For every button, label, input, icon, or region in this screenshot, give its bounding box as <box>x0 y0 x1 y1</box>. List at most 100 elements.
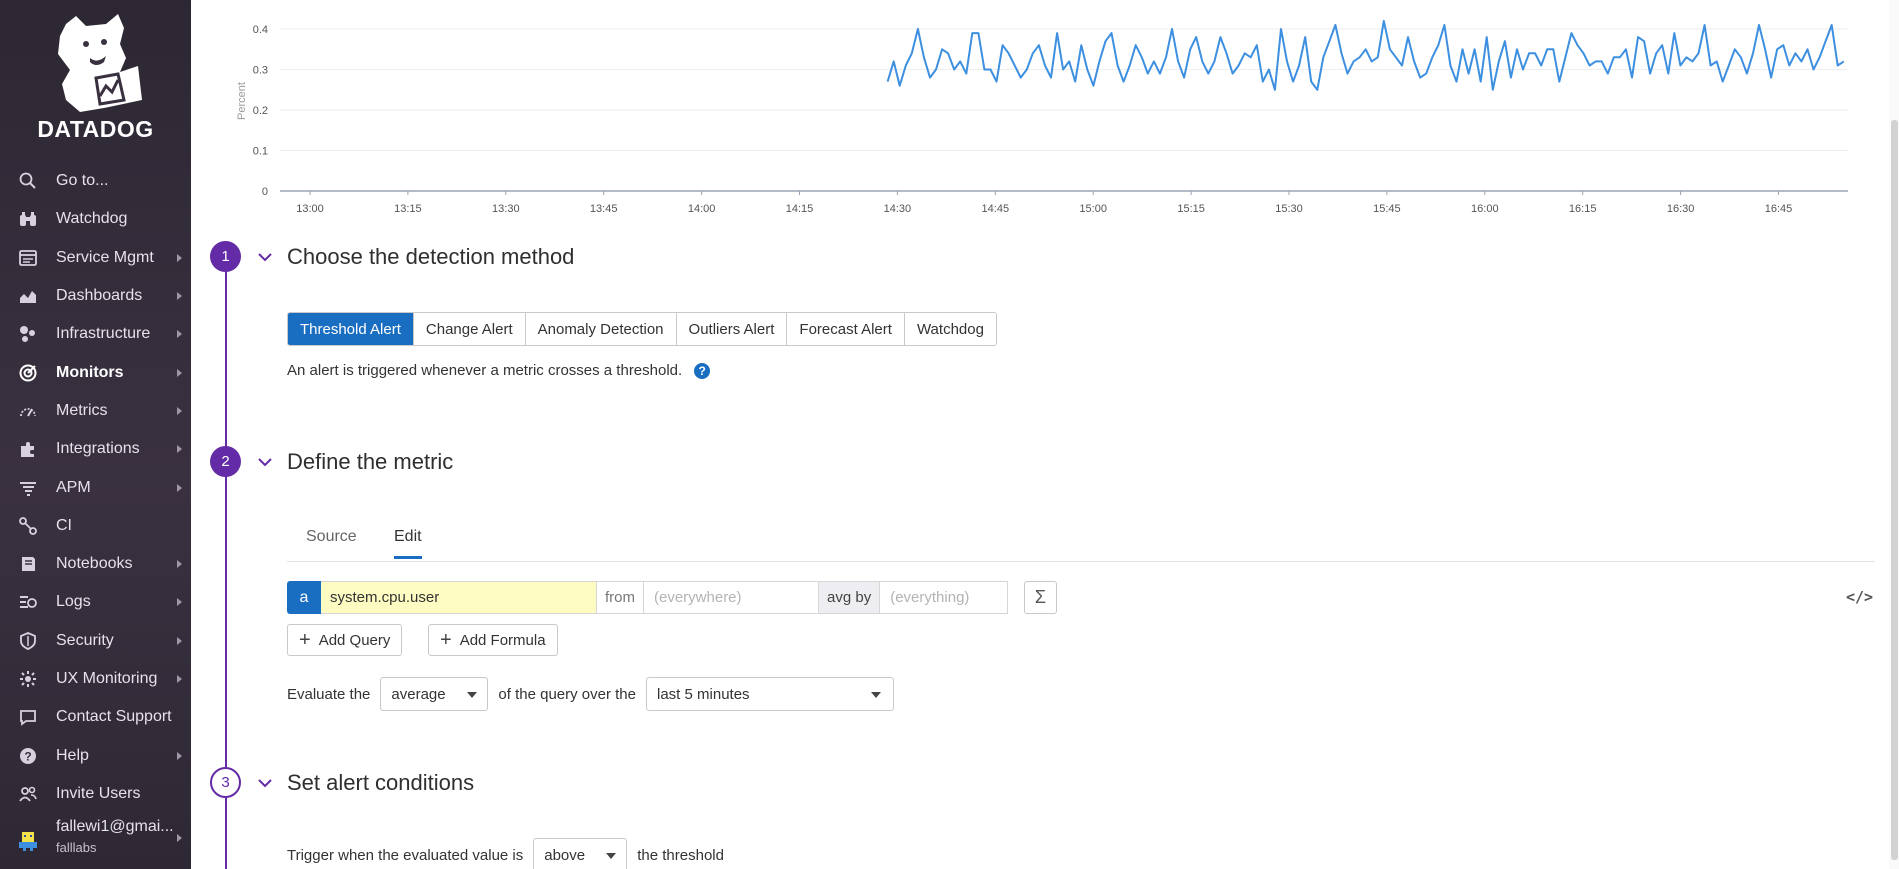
sidebar-item-contact-support[interactable]: Contact Support <box>0 698 191 736</box>
chevron-right-icon <box>177 406 182 415</box>
ci-icon <box>18 516 38 536</box>
chevron-right-icon <box>177 560 182 569</box>
help-icon: ? <box>18 746 38 766</box>
x-tick-label: 15:15 <box>1177 203 1205 215</box>
datadog-dog-icon <box>58 14 142 112</box>
threshold-alert-button[interactable]: Threshold Alert <box>288 313 414 345</box>
code-icon[interactable]: </> <box>1846 588 1873 606</box>
user-org: falllabs <box>56 840 97 855</box>
sidebar-item-infrastructure[interactable]: Infrastructure <box>0 315 191 353</box>
x-tick-label: 14:00 <box>688 203 716 215</box>
evaluation-window-select[interactable]: last 5 minutes <box>646 677 894 711</box>
detection-description: An alert is triggered whenever a metric … <box>287 362 711 379</box>
y-tick-label: 0.2 <box>253 105 268 117</box>
sidebar-item-logs[interactable]: Logs <box>0 583 191 621</box>
sidebar-item-label: Monitors <box>56 363 124 381</box>
tab-source[interactable]: Source <box>306 528 357 556</box>
service-icon <box>18 248 38 268</box>
query-row: a system.cpu.user from (everywhere) avg … <box>287 581 1009 614</box>
trigger-row: Trigger when the evaluated value is abov… <box>287 838 724 869</box>
y-axis-label: Percent <box>236 82 248 120</box>
plus-icon: + <box>299 629 311 651</box>
sidebar-item-invite-users[interactable]: Invite Users <box>0 775 191 813</box>
sidebar-item-label: Watchdog <box>56 210 128 228</box>
outliers-alert-button[interactable]: Outliers Alert <box>676 313 788 345</box>
logs-icon <box>18 592 38 612</box>
sidebar-item-label: Notebooks <box>56 555 133 573</box>
chevron-down-icon[interactable] <box>258 778 272 788</box>
sidebar-item-label: UX Monitoring <box>56 670 158 687</box>
user-menu[interactable]: fallewi1@gmai... falllabs <box>0 818 191 862</box>
tab-edit[interactable]: Edit <box>394 528 422 559</box>
chevron-right-icon <box>177 636 182 645</box>
step-3-title: Set alert conditions <box>287 770 475 795</box>
scrollbar-track[interactable] <box>1889 0 1899 869</box>
from-scope-input[interactable]: (everywhere) <box>644 581 819 614</box>
add-query-label: Add Query <box>318 631 391 649</box>
y-tick-label: 0.3 <box>253 65 268 77</box>
chevron-down-icon[interactable] <box>258 252 272 262</box>
shield-icon <box>18 631 38 651</box>
sidebar-item-monitors[interactable]: Monitors <box>0 353 191 391</box>
datadog-logo[interactable]: DATADOG <box>0 0 191 150</box>
metric-name-input[interactable]: system.cpu.user <box>321 581 597 614</box>
infrastructure-icon <box>18 324 38 344</box>
sidebar-item-integrations[interactable]: Integrations <box>0 430 191 468</box>
chevron-right-icon <box>177 292 182 301</box>
chevron-right-icon <box>177 751 182 760</box>
add-formula-button[interactable]: + Add Formula <box>428 624 558 656</box>
sidebar-item-label: Service Mgmt <box>56 248 154 266</box>
add-formula-label: Add Formula <box>459 631 546 649</box>
chevron-right-icon <box>177 598 182 607</box>
aggregation-select[interactable]: average <box>380 677 489 711</box>
eval-middle-text: of the query over the <box>498 685 636 703</box>
sidebar-item-ci[interactable]: CI <box>0 507 191 545</box>
step-2-title: Define the metric <box>287 449 454 474</box>
sidebar-item-watchdog[interactable]: Watchdog <box>0 200 191 238</box>
forecast-alert-button[interactable]: Forecast Alert <box>787 313 905 345</box>
chevron-right-icon <box>177 675 182 683</box>
query-letter-badge[interactable]: a <box>287 581 321 614</box>
sidebar-item-apm[interactable]: APM <box>0 468 191 506</box>
notebook-icon <box>18 554 38 574</box>
sigma-function-button[interactable]: Σ <box>1024 581 1057 614</box>
sidebar-item-label: Invite Users <box>56 784 141 802</box>
avg-by-input[interactable]: (everything) <box>880 581 1009 614</box>
sidebar-item-label: Infrastructure <box>56 325 151 343</box>
x-tick-label: 13:00 <box>296 203 324 215</box>
sidebar-item-label: Go to... <box>56 172 109 190</box>
metric-tabs: Source Edit <box>287 526 1875 562</box>
chevron-down-icon[interactable] <box>258 457 272 467</box>
x-tick-label: 13:15 <box>394 203 422 215</box>
x-tick-label: 14:15 <box>786 203 814 215</box>
sidebar-item-ux-monitoring[interactable]: UX Monitoring <box>0 660 191 698</box>
add-query-button[interactable]: + Add Query <box>287 624 403 656</box>
avg-by-label[interactable]: avg by <box>819 581 881 614</box>
comparator-select[interactable]: above <box>533 838 628 869</box>
scrollbar-thumb[interactable] <box>1891 120 1898 860</box>
watchdog-button[interactable]: Watchdog <box>904 313 996 345</box>
from-label: from <box>597 581 644 614</box>
x-tick-label: 16:30 <box>1667 203 1695 215</box>
x-tick-label: 15:45 <box>1373 203 1401 215</box>
sidebar-item-notebooks[interactable]: Notebooks <box>0 545 191 583</box>
sidebar-item-goto[interactable]: Go to... <box>0 162 191 200</box>
sidebar-item-service-mgmt[interactable]: Service Mgmt <box>0 239 191 277</box>
sidebar-item-label: Dashboards <box>56 287 143 305</box>
sidebar-item-label: Logs <box>56 593 91 611</box>
y-tick-label: 0 <box>262 186 268 198</box>
sidebar-item-metrics[interactable]: Metrics <box>0 392 191 430</box>
sidebar-item-help[interactable]: ? Help <box>0 736 191 774</box>
x-tick-label: 16:45 <box>1765 203 1793 215</box>
sidebar-item-label: Security <box>56 631 114 649</box>
chevron-right-icon <box>177 445 182 454</box>
sidebar-item-security[interactable]: Security <box>0 622 191 660</box>
sidebar-item-dashboards[interactable]: Dashboards <box>0 277 191 315</box>
x-tick-label: 16:00 <box>1471 203 1499 215</box>
metric-preview-chart: 0 0.1 0.2 0.3 0.4 Percent 13:00 13:15 13:30 13:45… <box>236 19 1848 215</box>
change-alert-button[interactable]: Change Alert <box>413 313 526 345</box>
question-icon[interactable]: ? <box>694 362 711 379</box>
users-icon <box>18 784 38 804</box>
sidebar-item-label: Integrations <box>56 440 140 458</box>
anomaly-detection-button[interactable]: Anomaly Detection <box>525 313 677 345</box>
